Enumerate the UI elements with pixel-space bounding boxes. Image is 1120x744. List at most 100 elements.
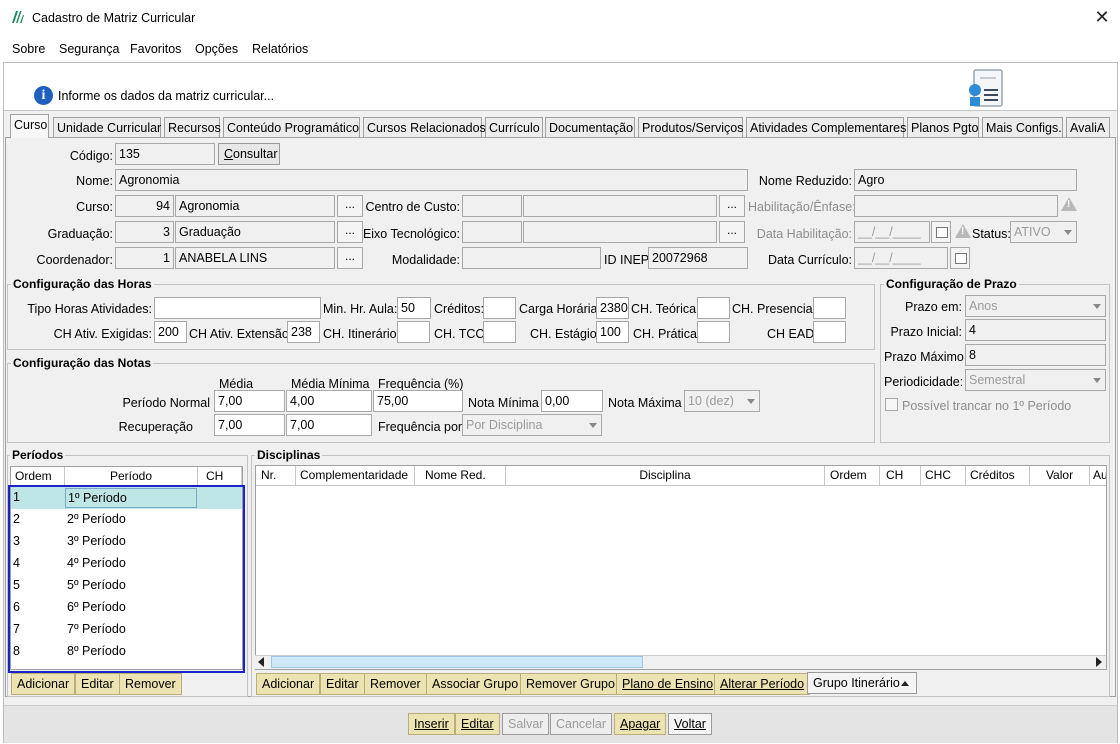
curso-id-field[interactable]: 94: [115, 195, 174, 217]
periodos-group-title: Períodos: [10, 448, 66, 463]
disc-header-valor[interactable]: Valor: [1030, 466, 1090, 486]
modalidade-field[interactable]: [462, 247, 601, 269]
prazo-maximo-field[interactable]: 8: [965, 344, 1106, 366]
periodos-header-ch[interactable]: CH: [198, 467, 242, 487]
menu-favoritos[interactable]: Favoritos: [130, 42, 181, 56]
status-select[interactable]: ATIVO: [1010, 221, 1077, 243]
codigo-field[interactable]: 135: [115, 143, 215, 165]
remover-grupo-button[interactable]: Remover Grupo: [520, 673, 621, 695]
ch-teorica-field[interactable]: [697, 297, 730, 319]
ch-ativ-extensao-label: CH Ativ. Extensão:: [189, 327, 293, 341]
periodos-adicionar-button[interactable]: Adicionar: [11, 673, 76, 695]
prazo-inicial-field[interactable]: 4: [965, 319, 1106, 341]
centro-custo-id-field[interactable]: [462, 195, 522, 217]
id-inep-field[interactable]: 20072968: [648, 247, 748, 269]
ch-pratica-field[interactable]: [697, 321, 730, 343]
tab-atividades-complementares[interactable]: Atividades Complementares: [746, 117, 906, 137]
cancelar-button[interactable]: Cancelar: [550, 713, 613, 735]
disc-remover-button[interactable]: Remover: [364, 673, 427, 695]
disc-adicionar-button[interactable]: Adicionar: [256, 673, 321, 695]
trancar-checkbox[interactable]: [885, 398, 898, 411]
habilitacao-field[interactable]: [854, 195, 1058, 217]
ch-ativ-exigidas-field[interactable]: 200: [154, 321, 187, 343]
ch-itinerario-field[interactable]: [397, 321, 430, 343]
disc-editar-button[interactable]: Editar: [320, 673, 365, 695]
nome-reduzido-field[interactable]: Agro: [854, 169, 1077, 191]
plano-de-ensino-button[interactable]: Plano de Ensino: [616, 673, 720, 695]
tipo-horas-field[interactable]: [154, 297, 321, 319]
menu-opcoes[interactable]: Opções: [195, 42, 238, 56]
tab-recursos[interactable]: Recursos: [164, 117, 221, 137]
alterar-periodo-button[interactable]: Alterar Período: [714, 673, 811, 695]
eixo-lookup-button[interactable]: ...: [719, 221, 745, 243]
periodos-header-periodo[interactable]: Período: [65, 467, 198, 487]
disc-header-chc[interactable]: CHC: [921, 466, 966, 486]
centro-custo-lookup-button[interactable]: ...: [719, 195, 745, 217]
tab-cursos-relacionados[interactable]: Cursos Relacionados: [363, 117, 486, 137]
periodicidade-select[interactable]: Semestral: [965, 369, 1106, 391]
disc-header-ch[interactable]: CH: [880, 466, 921, 486]
ch-ativ-extensao-field[interactable]: 238: [287, 321, 320, 343]
pn-media-field[interactable]: 7,00: [214, 390, 285, 412]
periodos-remover-button[interactable]: Remover: [119, 673, 182, 695]
disc-header-au[interactable]: Au: [1090, 466, 1106, 486]
rec-media-minima-field[interactable]: 7,00: [286, 414, 372, 436]
tab-planos-pgto[interactable]: Planos Pgto: [907, 117, 979, 137]
ch-ead-field[interactable]: [813, 321, 846, 343]
pn-media-minima-field[interactable]: 4,00: [286, 390, 372, 412]
periodos-editar-button[interactable]: Editar: [75, 673, 120, 695]
grupo-itinerario-button[interactable]: Grupo Itinerário: [807, 672, 917, 694]
tab-unidade-curricular[interactable]: Unidade Curricular: [53, 117, 161, 137]
ch-presencial-field[interactable]: [813, 297, 846, 319]
prazo-em-select[interactable]: Anos: [965, 295, 1106, 317]
disc-header-ordem[interactable]: Ordem: [825, 466, 880, 486]
pn-frequencia-field[interactable]: 75,00: [373, 390, 463, 412]
scrollbar-thumb[interactable]: [271, 656, 643, 668]
tab-mais-configs[interactable]: Mais Configs.: [982, 117, 1063, 137]
associar-grupo-button[interactable]: Associar Grupo: [426, 673, 525, 695]
tab-documentacao[interactable]: Documentação: [545, 117, 635, 137]
tab-produtos-servicos[interactable]: Produtos/Serviços: [638, 117, 743, 137]
frequencia-por-select[interactable]: Por Disciplina: [462, 414, 602, 436]
disc-header-nr[interactable]: Nr.: [256, 466, 296, 486]
rec-media-field[interactable]: 7,00: [214, 414, 285, 436]
voltar-button[interactable]: Voltar: [668, 713, 712, 735]
tab-conteudo-programatico[interactable]: Conteúdo Programático: [223, 117, 360, 137]
inserir-button[interactable]: Inserir: [408, 713, 455, 735]
tab-curso[interactable]: Curso: [10, 114, 49, 138]
apagar-button[interactable]: Apagar: [614, 713, 667, 735]
close-icon[interactable]: ✕: [1092, 6, 1112, 28]
min-hr-aula-field[interactable]: 50: [397, 297, 431, 319]
menu-sobre[interactable]: Sobre: [12, 42, 45, 56]
nome-field[interactable]: Agronomia: [115, 169, 748, 191]
disc-header-creditos[interactable]: Créditos: [966, 466, 1030, 486]
ch-estagio-field[interactable]: 100: [596, 321, 629, 343]
data-habilitacao-field[interactable]: __/__/____: [854, 221, 930, 243]
tab-avalia[interactable]: AvaliA: [1066, 117, 1110, 137]
carga-horaria-field[interactable]: 2380: [596, 297, 629, 319]
disc-header-nome-red[interactable]: Nome Red.: [415, 466, 506, 486]
scroll-left-icon[interactable]: [258, 657, 264, 667]
eixo-id-field[interactable]: [462, 221, 522, 243]
graduacao-nome-field: Graduação: [175, 221, 335, 243]
menu-seguranca[interactable]: Segurança: [59, 42, 119, 56]
scroll-right-icon[interactable]: [1096, 657, 1102, 667]
disc-header-complementaridade[interactable]: Complementaridade: [296, 466, 415, 486]
graduacao-id-field[interactable]: 3: [115, 221, 174, 243]
tab-curriculo[interactable]: Currículo: [485, 117, 543, 137]
nota-maxima-select[interactable]: 10 (dez): [684, 390, 760, 412]
calendar-icon[interactable]: [931, 221, 951, 243]
disc-header-disciplina[interactable]: Disciplina: [506, 466, 825, 486]
editar-button[interactable]: Editar: [455, 713, 500, 735]
nota-minima-field[interactable]: 0,00: [541, 390, 603, 412]
salvar-button[interactable]: Salvar: [502, 713, 550, 735]
periodos-header-ordem[interactable]: Ordem: [11, 467, 65, 487]
ch-tcc-field[interactable]: [483, 321, 516, 343]
creditos-field[interactable]: [483, 297, 516, 319]
consultar-button[interactable]: Consultar: [218, 143, 280, 165]
eixo-nome-field: [523, 221, 717, 243]
calendar-icon[interactable]: [950, 247, 970, 269]
data-curriculo-field[interactable]: __/__/____: [854, 247, 948, 269]
coordenador-id-field[interactable]: 1: [115, 247, 174, 269]
menu-relatorios[interactable]: Relatórios: [252, 42, 308, 56]
